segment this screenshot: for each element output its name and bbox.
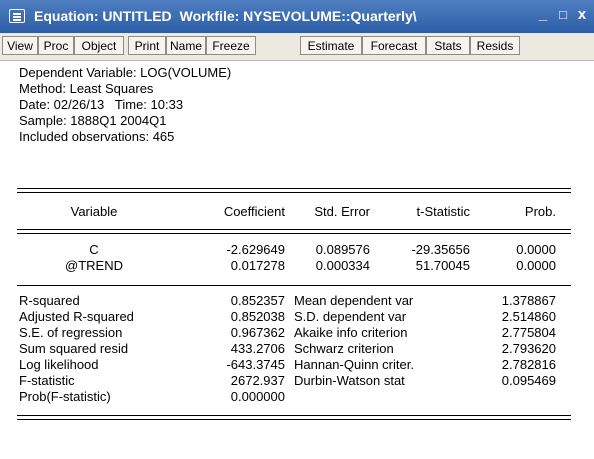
- table-row-trend-coefficient: 0.017278: [230, 258, 285, 273]
- table-bottom-rule: [17, 415, 571, 416]
- title-equation: Equation: UNTITLED: [34, 8, 172, 24]
- forecast-button[interactable]: Forecast: [362, 36, 426, 55]
- stat-label-akaike: Akaike info criterion: [294, 325, 408, 340]
- stat-value-adjusted-r-squared: 0.852038: [230, 309, 285, 324]
- table-row-c-std-error: 0.089576: [315, 242, 370, 257]
- column-header-coefficient: Coefficient: [223, 204, 285, 219]
- object-button[interactable]: Object: [74, 36, 124, 55]
- stat-value-hannan-quinn: 2.782816: [501, 357, 556, 372]
- stat-label-schwarz: Schwarz criterion: [294, 341, 394, 356]
- stat-label-durbin-watson: Durbin-Watson stat: [294, 373, 405, 388]
- minimize-button[interactable]: _: [535, 6, 551, 23]
- stat-value-durbin-watson: 0.095469: [501, 373, 556, 388]
- stat-value-schwarz: 2.793620: [501, 341, 556, 356]
- stat-value-f-statistic: 2672.937: [230, 373, 285, 388]
- table-row-c-t-statistic: -29.35656: [411, 242, 470, 257]
- stat-label-f-statistic: F-statistic: [19, 373, 75, 388]
- resids-button[interactable]: Resids: [470, 36, 520, 55]
- name-button[interactable]: Name: [166, 36, 206, 55]
- stat-value-akaike: 2.775804: [501, 325, 556, 340]
- stat-label-r-squared: R-squared: [19, 293, 80, 308]
- header-rule: [17, 229, 571, 230]
- column-header-t-statistic: t-Statistic: [416, 204, 470, 219]
- table-bottom-rule-2: [17, 419, 571, 420]
- stat-label-adjusted-r-squared: Adjusted R-squared: [19, 309, 134, 324]
- stat-value-mean-dependent: 1.378867: [501, 293, 556, 308]
- sample-line: Sample: 1888Q1 2004Q1: [19, 113, 167, 128]
- date-line: Date: 02/26/13 Time: 10:33: [19, 97, 184, 112]
- stat-label-log-likelihood: Log likelihood: [19, 357, 99, 372]
- stat-value-se-regression: 0.967362: [230, 325, 285, 340]
- stat-value-log-likelihood: -643.3745: [226, 357, 285, 372]
- observations-line: Included observations: 465: [19, 129, 175, 144]
- close-button[interactable]: x: [574, 6, 590, 23]
- stat-label-mean-dependent: Mean dependent var: [294, 293, 414, 308]
- title-bar[interactable]: Equation: UNTITLED Workfile: NYSEVOLUME::…: [0, 0, 594, 33]
- window-menu-icon[interactable]: [9, 9, 25, 23]
- table-top-rule: [17, 188, 571, 189]
- method-line: Method: Least Squares: [19, 81, 154, 96]
- stat-label-hannan-quinn: Hannan-Quinn criter.: [294, 357, 414, 372]
- table-row-trend-prob: 0.0000: [516, 258, 556, 273]
- stat-value-r-squared: 0.852357: [230, 293, 285, 308]
- table-top-rule-2: [17, 192, 571, 193]
- table-row-c-prob: 0.0000: [516, 242, 556, 257]
- stat-value-prob-f-statistic: 0.000000: [230, 389, 285, 404]
- stat-value-sum-squared-resid: 433.2706: [230, 341, 285, 356]
- stat-label-sum-squared-resid: Sum squared resid: [19, 341, 129, 356]
- view-button[interactable]: View: [2, 36, 38, 55]
- stats-button[interactable]: Stats: [426, 36, 470, 55]
- equation-window: Equation: UNTITLED Workfile: NYSEVOLUME::…: [0, 0, 594, 459]
- column-header-prob: Prob.: [524, 204, 556, 219]
- maximize-button[interactable]: □: [555, 7, 571, 22]
- freeze-button[interactable]: Freeze: [206, 36, 256, 55]
- window-title: Equation: UNTITLED Workfile: NYSEVOLUME::…: [34, 8, 417, 24]
- stat-label-se-regression: S.E. of regression: [19, 325, 123, 340]
- column-header-variable: Variable: [70, 204, 118, 219]
- proc-button[interactable]: Proc: [38, 36, 74, 55]
- estimation-output: Dependent Variable: LOG(VOLUME) Method: …: [0, 61, 594, 459]
- estimate-button[interactable]: Estimate: [300, 36, 362, 55]
- table-row-trend-variable: @TREND: [65, 258, 123, 273]
- column-header-std-error: Std. Error: [314, 204, 370, 219]
- table-row-trend-t-statistic: 51.70045: [415, 258, 470, 273]
- table-row-trend-std-error: 0.000334: [315, 258, 370, 273]
- print-button[interactable]: Print: [128, 36, 166, 55]
- table-row-c-coefficient: -2.629649: [226, 242, 285, 257]
- toolbar: View Proc Object Print Name Freeze Estim…: [0, 33, 594, 61]
- stat-label-sd-dependent: S.D. dependent var: [294, 309, 407, 324]
- coefficients-bottom-rule: [17, 285, 571, 286]
- table-row-c-variable: C: [89, 242, 99, 257]
- dependent-variable-line: Dependent Variable: LOG(VOLUME): [19, 65, 232, 80]
- stat-value-sd-dependent: 2.514860: [501, 309, 556, 324]
- stat-label-prob-f-statistic: Prob(F-statistic): [19, 389, 111, 404]
- header-rule-2: [17, 233, 571, 234]
- title-workfile: Workfile: NYSEVOLUME::Quarterly\: [179, 8, 417, 24]
